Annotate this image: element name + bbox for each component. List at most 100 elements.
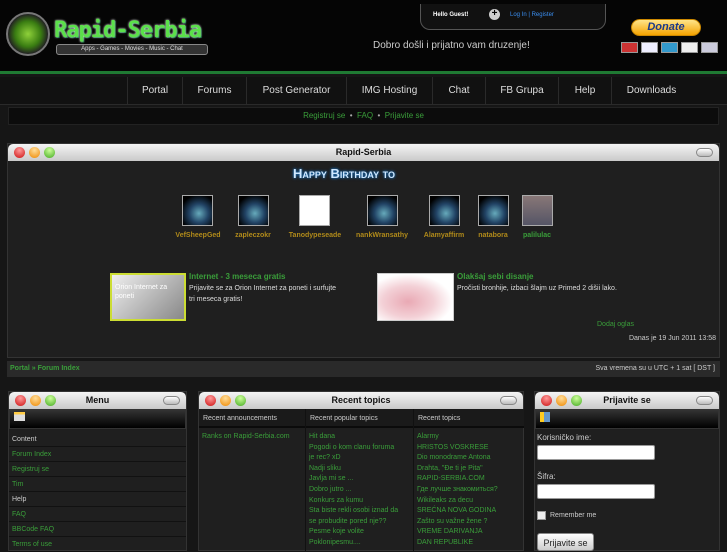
ad-title[interactable]: Internet - 3 meseca gratis <box>189 272 285 281</box>
topic-link[interactable]: Konkurs za kumu <box>306 496 413 507</box>
nav-chat[interactable]: Chat <box>432 77 485 105</box>
topic-link[interactable]: Poklonipesmu.... <box>306 538 413 549</box>
topic-link[interactable]: VREME DARIVANJA <box>414 527 524 538</box>
topic-link[interactable]: Wikileaks za decu <box>414 496 524 507</box>
topic-link[interactable]: Pogodi o kom clanu foruma <box>306 443 413 454</box>
greeting: Hello Guest! <box>433 12 469 18</box>
avatar[interactable] <box>238 195 269 226</box>
avatar[interactable] <box>478 195 509 226</box>
nav-img-hosting[interactable]: IMG Hosting <box>346 77 432 105</box>
topic-link[interactable]: Drahta, "Đe ti je Pita" <box>414 464 524 475</box>
avatar[interactable] <box>299 195 330 226</box>
nav-fb-grupa[interactable]: FB Grupa <box>485 77 558 105</box>
logo-icon[interactable] <box>6 12 50 56</box>
plus-icon[interactable]: + <box>489 9 500 20</box>
menu-header: Content <box>9 432 186 447</box>
menu-header: Help <box>9 492 186 507</box>
avatar[interactable] <box>429 195 460 226</box>
birthday-user[interactable]: zapleczokr <box>235 232 271 239</box>
faq-link[interactable]: FAQ <box>357 111 373 120</box>
topic-link[interactable]: Ranks on Rapid-Serbia.com <box>199 432 305 443</box>
collapse-icon[interactable] <box>696 396 713 405</box>
remember-me-checkbox[interactable] <box>537 511 546 520</box>
minimize-icon[interactable] <box>556 395 567 406</box>
minimize-icon[interactable] <box>29 147 40 158</box>
login-panel: Prijavite se <box>534 391 720 551</box>
nav-help[interactable]: Help <box>558 77 611 105</box>
topic-link[interactable]: Alarmy <box>414 432 524 443</box>
birthday-user[interactable]: natabora <box>478 232 508 239</box>
window-titlebar: Rapid-Serbia <box>8 144 719 161</box>
nav-forums[interactable]: Forums <box>182 77 246 105</box>
login-submit-button[interactable]: Prijavite se <box>537 533 594 551</box>
nav-post-generator[interactable]: Post Generator <box>246 77 346 105</box>
birthday-user[interactable]: nankWransathy <box>356 232 408 239</box>
menu-panel: Menu Content Forum Index Registruj se Ti… <box>8 391 187 552</box>
topic-link[interactable]: je rec? xD <box>306 453 413 464</box>
maximize-icon[interactable] <box>571 395 582 406</box>
collapse-icon[interactable] <box>163 396 180 405</box>
register-link[interactable]: Registruj se <box>303 111 345 120</box>
menu-icon <box>14 412 25 421</box>
nav-downloads[interactable]: Downloads <box>611 77 691 105</box>
birthday-user[interactable]: Tanodypeseade <box>289 232 341 239</box>
close-icon[interactable] <box>541 395 552 406</box>
collapse-icon[interactable] <box>696 148 713 157</box>
ad-image-orion[interactable]: Orion Internet za poneti <box>110 273 186 321</box>
breadcrumb[interactable]: Portal » Forum Index <box>10 365 80 372</box>
window-title: Rapid-Serbia <box>335 147 392 157</box>
ad-image-caption: Orion Internet za poneti <box>115 284 168 300</box>
topic-link[interactable]: Dobro jutro ... <box>306 485 413 496</box>
menu-item-faq[interactable]: FAQ <box>9 507 186 522</box>
sub-nav: Registruj se • FAQ • Prijavite se <box>8 107 719 125</box>
minimize-icon[interactable] <box>220 395 231 406</box>
topic-link[interactable]: Dio monodrame Antona <box>414 453 524 464</box>
topic-link[interactable]: RAPID-SERBIA.COM <box>414 474 524 485</box>
topic-link[interactable]: Pesme koje volite <box>306 527 413 538</box>
avatar[interactable] <box>522 195 553 226</box>
password-input[interactable] <box>537 484 655 499</box>
site-logo[interactable]: Rapid-Serbia <box>54 18 202 43</box>
birthday-user[interactable]: VefSheepGed <box>175 232 220 239</box>
ad-image-lungs[interactable] <box>377 273 454 321</box>
topic-link[interactable]: SREĆNA NOVA GODINA <box>414 506 524 517</box>
donate-button[interactable]: Donate <box>631 19 701 36</box>
remember-me-label: Remember me <box>550 512 597 519</box>
menu-item-register[interactable]: Registruj se <box>9 462 186 477</box>
ad-title[interactable]: Olakšaj sebi disanje <box>457 272 533 281</box>
nav-portal[interactable]: Portal <box>127 77 182 105</box>
recent-topics-column: Recent topics Alarmy HRISTOS VOSKRESE Dio … <box>414 409 524 551</box>
topic-link[interactable]: Sta biste rekli osobi iznad da <box>306 506 413 517</box>
avatar[interactable] <box>182 195 213 226</box>
topic-link[interactable]: Nadji sliku <box>306 464 413 475</box>
topic-link[interactable]: HRISTOS VOSKRESE <box>414 443 524 454</box>
menu-item-bbcode-faq[interactable]: BBCode FAQ <box>9 522 186 537</box>
topic-link[interactable]: Javlja mi se ... <box>306 474 413 485</box>
topic-link[interactable]: DAN REPUBLIKE <box>414 538 524 549</box>
menu-item-team[interactable]: Tim <box>9 477 186 492</box>
close-icon[interactable] <box>15 395 26 406</box>
panel-title: Recent topics <box>331 395 391 405</box>
login-link[interactable]: Prijavite se <box>385 111 424 120</box>
maximize-icon[interactable] <box>235 395 246 406</box>
discover-icon <box>681 42 698 53</box>
minimize-icon[interactable] <box>30 395 41 406</box>
close-icon[interactable] <box>205 395 216 406</box>
amex-icon <box>661 42 678 53</box>
login-users-icon <box>540 412 550 422</box>
maximize-icon[interactable] <box>44 147 55 158</box>
topic-link[interactable]: Zašto su važne žene ? <box>414 517 524 528</box>
collapse-icon[interactable] <box>500 396 517 405</box>
birthday-user[interactable]: Alamyaffirm <box>424 232 464 239</box>
add-ad-link[interactable]: Dodaj oglas <box>597 321 634 328</box>
topic-link[interactable]: se probudite pored nje?? <box>306 517 413 528</box>
login-register-link[interactable]: Log In | Register <box>510 12 554 18</box>
menu-item-forum-index[interactable]: Forum Index <box>9 447 186 462</box>
username-input[interactable] <box>537 445 655 460</box>
close-icon[interactable] <box>14 147 25 158</box>
maximize-icon[interactable] <box>45 395 56 406</box>
topic-link[interactable]: Hit dana <box>306 432 413 443</box>
birthday-user[interactable]: palilulac <box>523 232 551 239</box>
topic-link[interactable]: Где лучше знакомиться? <box>414 485 524 496</box>
avatar[interactable] <box>367 195 398 226</box>
